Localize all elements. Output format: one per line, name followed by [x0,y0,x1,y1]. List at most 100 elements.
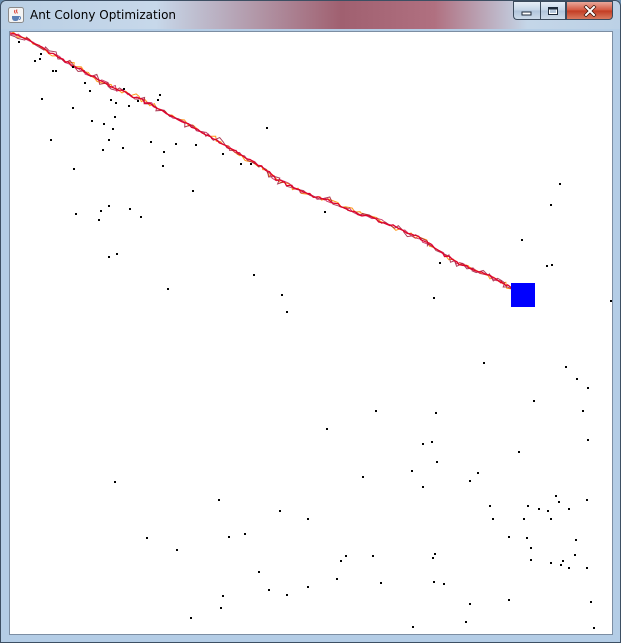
goal-square [511,283,535,307]
obstacle-dot [41,98,43,100]
obstacle-dot [137,100,139,102]
obstacle-dot [559,183,561,185]
obstacle-dot [190,617,192,619]
obstacle-dot [568,567,570,569]
obstacle-dot [412,626,414,628]
obstacle-dot [163,151,165,153]
obstacle-dot [587,439,589,441]
obstacle-dot [587,387,589,389]
obstacle-dot [345,555,347,557]
obstacle-dot [576,378,578,380]
obstacle-dot [432,557,434,559]
pheromone-trail [10,32,513,289]
obstacle-dot [336,578,338,580]
obstacle-dot [258,571,260,573]
obstacle-dot [422,443,424,445]
obstacle-dot [508,599,510,601]
obstacle-dot [114,116,116,118]
obstacle-dot [550,562,552,564]
obstacle-dot [100,210,102,212]
window-title: Ant Colony Optimization [30,8,177,22]
obstacle-dot [443,583,445,585]
java-cup-icon [8,7,24,23]
obstacle-dot [431,441,433,443]
obstacle-dot [521,239,523,241]
obstacle-dot [523,518,525,520]
obstacle-dot [146,537,148,539]
minimize-button[interactable] [513,1,540,20]
obstacle-dot [89,90,91,92]
obstacle-dot [52,70,54,72]
maximize-icon [548,6,558,15]
obstacle-dot [560,564,562,566]
obstacle-dot [434,553,436,555]
obstacle-dot [159,94,161,96]
obstacle-dot [240,163,242,165]
obstacle-dot [527,505,529,507]
obstacle-dot [324,211,326,213]
obstacle-dot [565,366,567,368]
obstacle-dot [228,536,230,538]
obstacle-dot [98,219,100,221]
obstacle-dot [538,508,540,510]
obstacle-dot [222,153,224,155]
obstacle-dot [192,190,194,192]
obstacle-dot [102,149,104,151]
obstacle-dot [40,53,42,55]
obstacle-dot [326,428,328,430]
obstacle-dot [112,128,114,130]
obstacle-dot [550,518,552,520]
obstacle-dot [286,594,288,596]
obstacle-dot [547,510,549,512]
obstacle-dot [610,300,612,302]
obstacle-dot [489,505,491,507]
obstacle-dot [122,147,124,149]
obstacle-dot [266,127,268,129]
obstacle-dot [469,603,471,605]
pheromone-trails [10,32,514,291]
obstacle-dot [176,549,178,551]
obstacle-dot [250,163,252,165]
obstacle-dot [586,499,588,501]
obstacle-dot [279,510,281,512]
simulation-canvas[interactable] [9,31,613,635]
simulation-drawing [10,32,612,629]
obstacle-dot [220,607,222,609]
obstacle-dot [380,582,382,584]
obstacle-dot [115,102,117,104]
obstacle-dot [533,400,535,402]
obstacle-dot [34,60,36,62]
obstacle-dot [518,451,520,453]
obstacle-dot [433,297,435,299]
obstacle-dot [372,555,374,557]
maximize-button[interactable] [540,1,566,20]
obstacle-dot [244,533,246,535]
obstacle-dot [562,560,564,562]
obstacle-dot [362,476,364,478]
obstacle-dot [218,499,220,501]
obstacle-dot [575,539,577,541]
close-icon [583,4,596,17]
obstacle-dot [91,120,93,122]
obstacle-dot [593,627,595,629]
obstacle-dot [590,601,592,603]
obstacle-dot [508,536,510,538]
obstacle-dot [375,410,377,412]
obstacle-dot [551,264,553,266]
obstacle-dot [558,501,560,503]
obstacle-dot [195,144,197,146]
obstacle-dot [530,559,532,561]
close-button[interactable] [566,1,613,20]
title-bar[interactable]: Ant Colony Optimization [1,1,620,29]
obstacle-dot [128,105,130,107]
obstacle-dot [167,288,169,290]
obstacle-dot [108,139,110,141]
obstacle-dot [586,567,588,569]
obstacle-dot [469,480,471,482]
obstacle-dot [526,537,528,539]
obstacle-dot [73,168,75,170]
obstacle-dot [281,294,283,296]
obstacle-dot [157,99,159,101]
obstacle-dot [555,495,557,497]
obstacle-dot [546,265,548,267]
